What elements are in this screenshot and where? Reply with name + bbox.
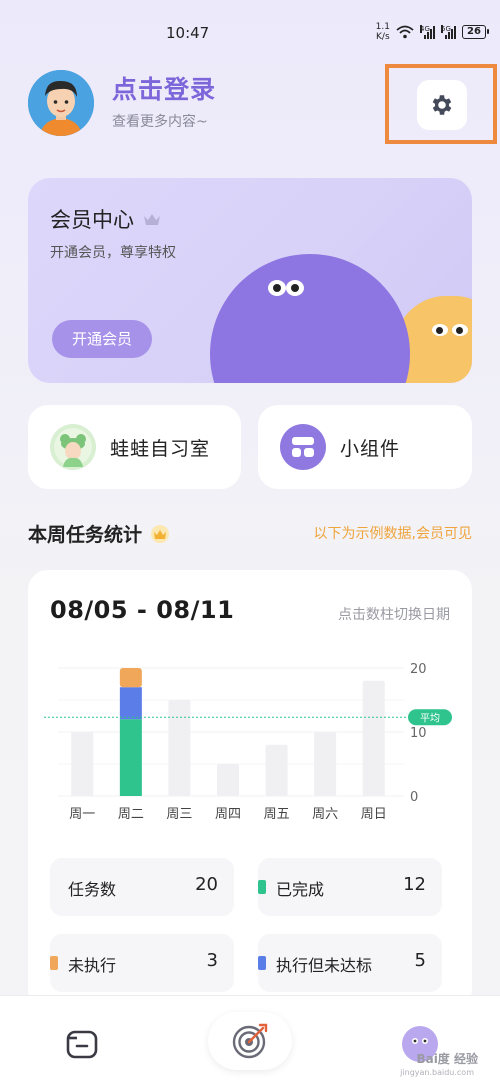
status-icons: 1.1 K/s 4G 5G 26 <box>375 22 489 42</box>
x-tick-label: 周日 <box>361 807 387 822</box>
crown-icon <box>151 524 170 543</box>
average-label: 平均 <box>420 712 440 724</box>
member-center-card[interactable]: 会员中心 开通会员，尊享特权 开通会员 <box>28 178 472 383</box>
y-tick-label: 0 <box>410 790 418 805</box>
bar-segment <box>119 668 142 688</box>
calendar-icon <box>66 1030 98 1059</box>
legend-swatch <box>258 956 266 970</box>
login-subtitle[interactable]: 查看更多内容~ <box>112 111 208 131</box>
weekly-stats-card: 08/05 - 08/11 点击数柱切换日期 0 10 20 周一 周二 周三 周四 周五 周六… <box>28 570 472 1010</box>
legend-item-completed: 已完成 12 <box>258 858 442 916</box>
weekly-stats-title: 本周任务统计 <box>28 524 143 546</box>
signal-icon-sim1: 4G <box>420 25 435 39</box>
mascot-eye <box>286 280 304 296</box>
mascot-eye <box>452 324 468 336</box>
study-room-tile[interactable]: 蛙蛙自习室 <box>28 405 241 489</box>
bar <box>168 700 191 796</box>
bar <box>314 732 337 796</box>
gear-icon <box>432 95 452 115</box>
legend-item-total: 任务数 20 <box>50 858 234 916</box>
clock: 10:47 <box>166 24 210 42</box>
network-speed: 1.1 K/s <box>375 22 390 42</box>
login-title[interactable]: 点击登录 <box>112 70 216 106</box>
widget-tile[interactable]: 小组件 <box>258 405 472 489</box>
bar <box>362 680 385 796</box>
x-tick-label: 周五 <box>264 807 290 822</box>
mascot-eye <box>432 324 448 336</box>
date-hint: 点击数柱切换日期 <box>338 607 450 623</box>
member-title: 会员中心 <box>50 208 134 232</box>
sample-data-note: 以下为示例数据,会员可见 <box>313 526 472 542</box>
wifi-icon <box>396 25 414 39</box>
nav-focus[interactable] <box>208 1012 292 1070</box>
x-tick-label: 周四 <box>215 807 241 822</box>
bar <box>265 744 288 796</box>
x-tick-label: 周三 <box>166 807 192 822</box>
bar <box>71 732 94 796</box>
member-subtitle: 开通会员，尊享特权 <box>50 245 176 261</box>
nav-calendar[interactable] <box>62 1024 102 1064</box>
member-title-row: 会员中心 <box>50 204 162 234</box>
bar <box>217 764 239 796</box>
mascot-eye <box>268 280 286 296</box>
bar-segment <box>119 719 142 796</box>
battery-indicator: 26 <box>462 25 489 39</box>
avatar[interactable] <box>28 70 94 136</box>
open-membership-button[interactable]: 开通会员 <box>52 320 152 358</box>
legend-swatch <box>50 956 58 970</box>
settings-button[interactable] <box>417 80 467 130</box>
target-icon <box>232 1023 268 1059</box>
avatar-cartoon-icon <box>28 70 94 136</box>
signal-icon-sim2: 5G <box>441 25 456 39</box>
x-tick-label: 周二 <box>118 807 144 822</box>
legend-item-not-executed: 未执行 3 <box>50 934 234 992</box>
status-bar: 10:47 1.1 K/s 4G 5G 26 <box>0 0 500 56</box>
frog-avatar-icon <box>50 424 96 470</box>
tile-label: 蛙蛙自习室 <box>110 437 211 460</box>
widget-icon <box>280 424 326 470</box>
legend-swatch <box>258 880 266 894</box>
settings-highlight-box <box>385 64 497 144</box>
y-tick-label: 20 <box>410 662 427 677</box>
legend-item-executed-not-met: 执行但未达标 5 <box>258 934 442 992</box>
weekly-bar-chart: 0 10 20 周一 周二 周三 周四 周五 周六 周日 平均 <box>44 662 452 822</box>
legend-swatch <box>50 880 58 894</box>
x-tick-label: 周六 <box>312 807 338 822</box>
watermark: Bai度 经验 <box>416 1052 478 1066</box>
crown-icon <box>144 214 160 225</box>
purple-mascot <box>210 254 410 383</box>
bar-segment <box>119 687 142 720</box>
weekly-stats-title-row: 本周任务统计 <box>28 520 170 547</box>
date-range[interactable]: 08/05 - 08/11 <box>50 596 234 624</box>
y-tick-label: 10 <box>410 726 427 741</box>
tile-label: 小组件 <box>340 437 401 460</box>
x-tick-label: 周一 <box>69 807 95 822</box>
watermark-url: jingyan.baidu.com <box>400 1068 474 1077</box>
